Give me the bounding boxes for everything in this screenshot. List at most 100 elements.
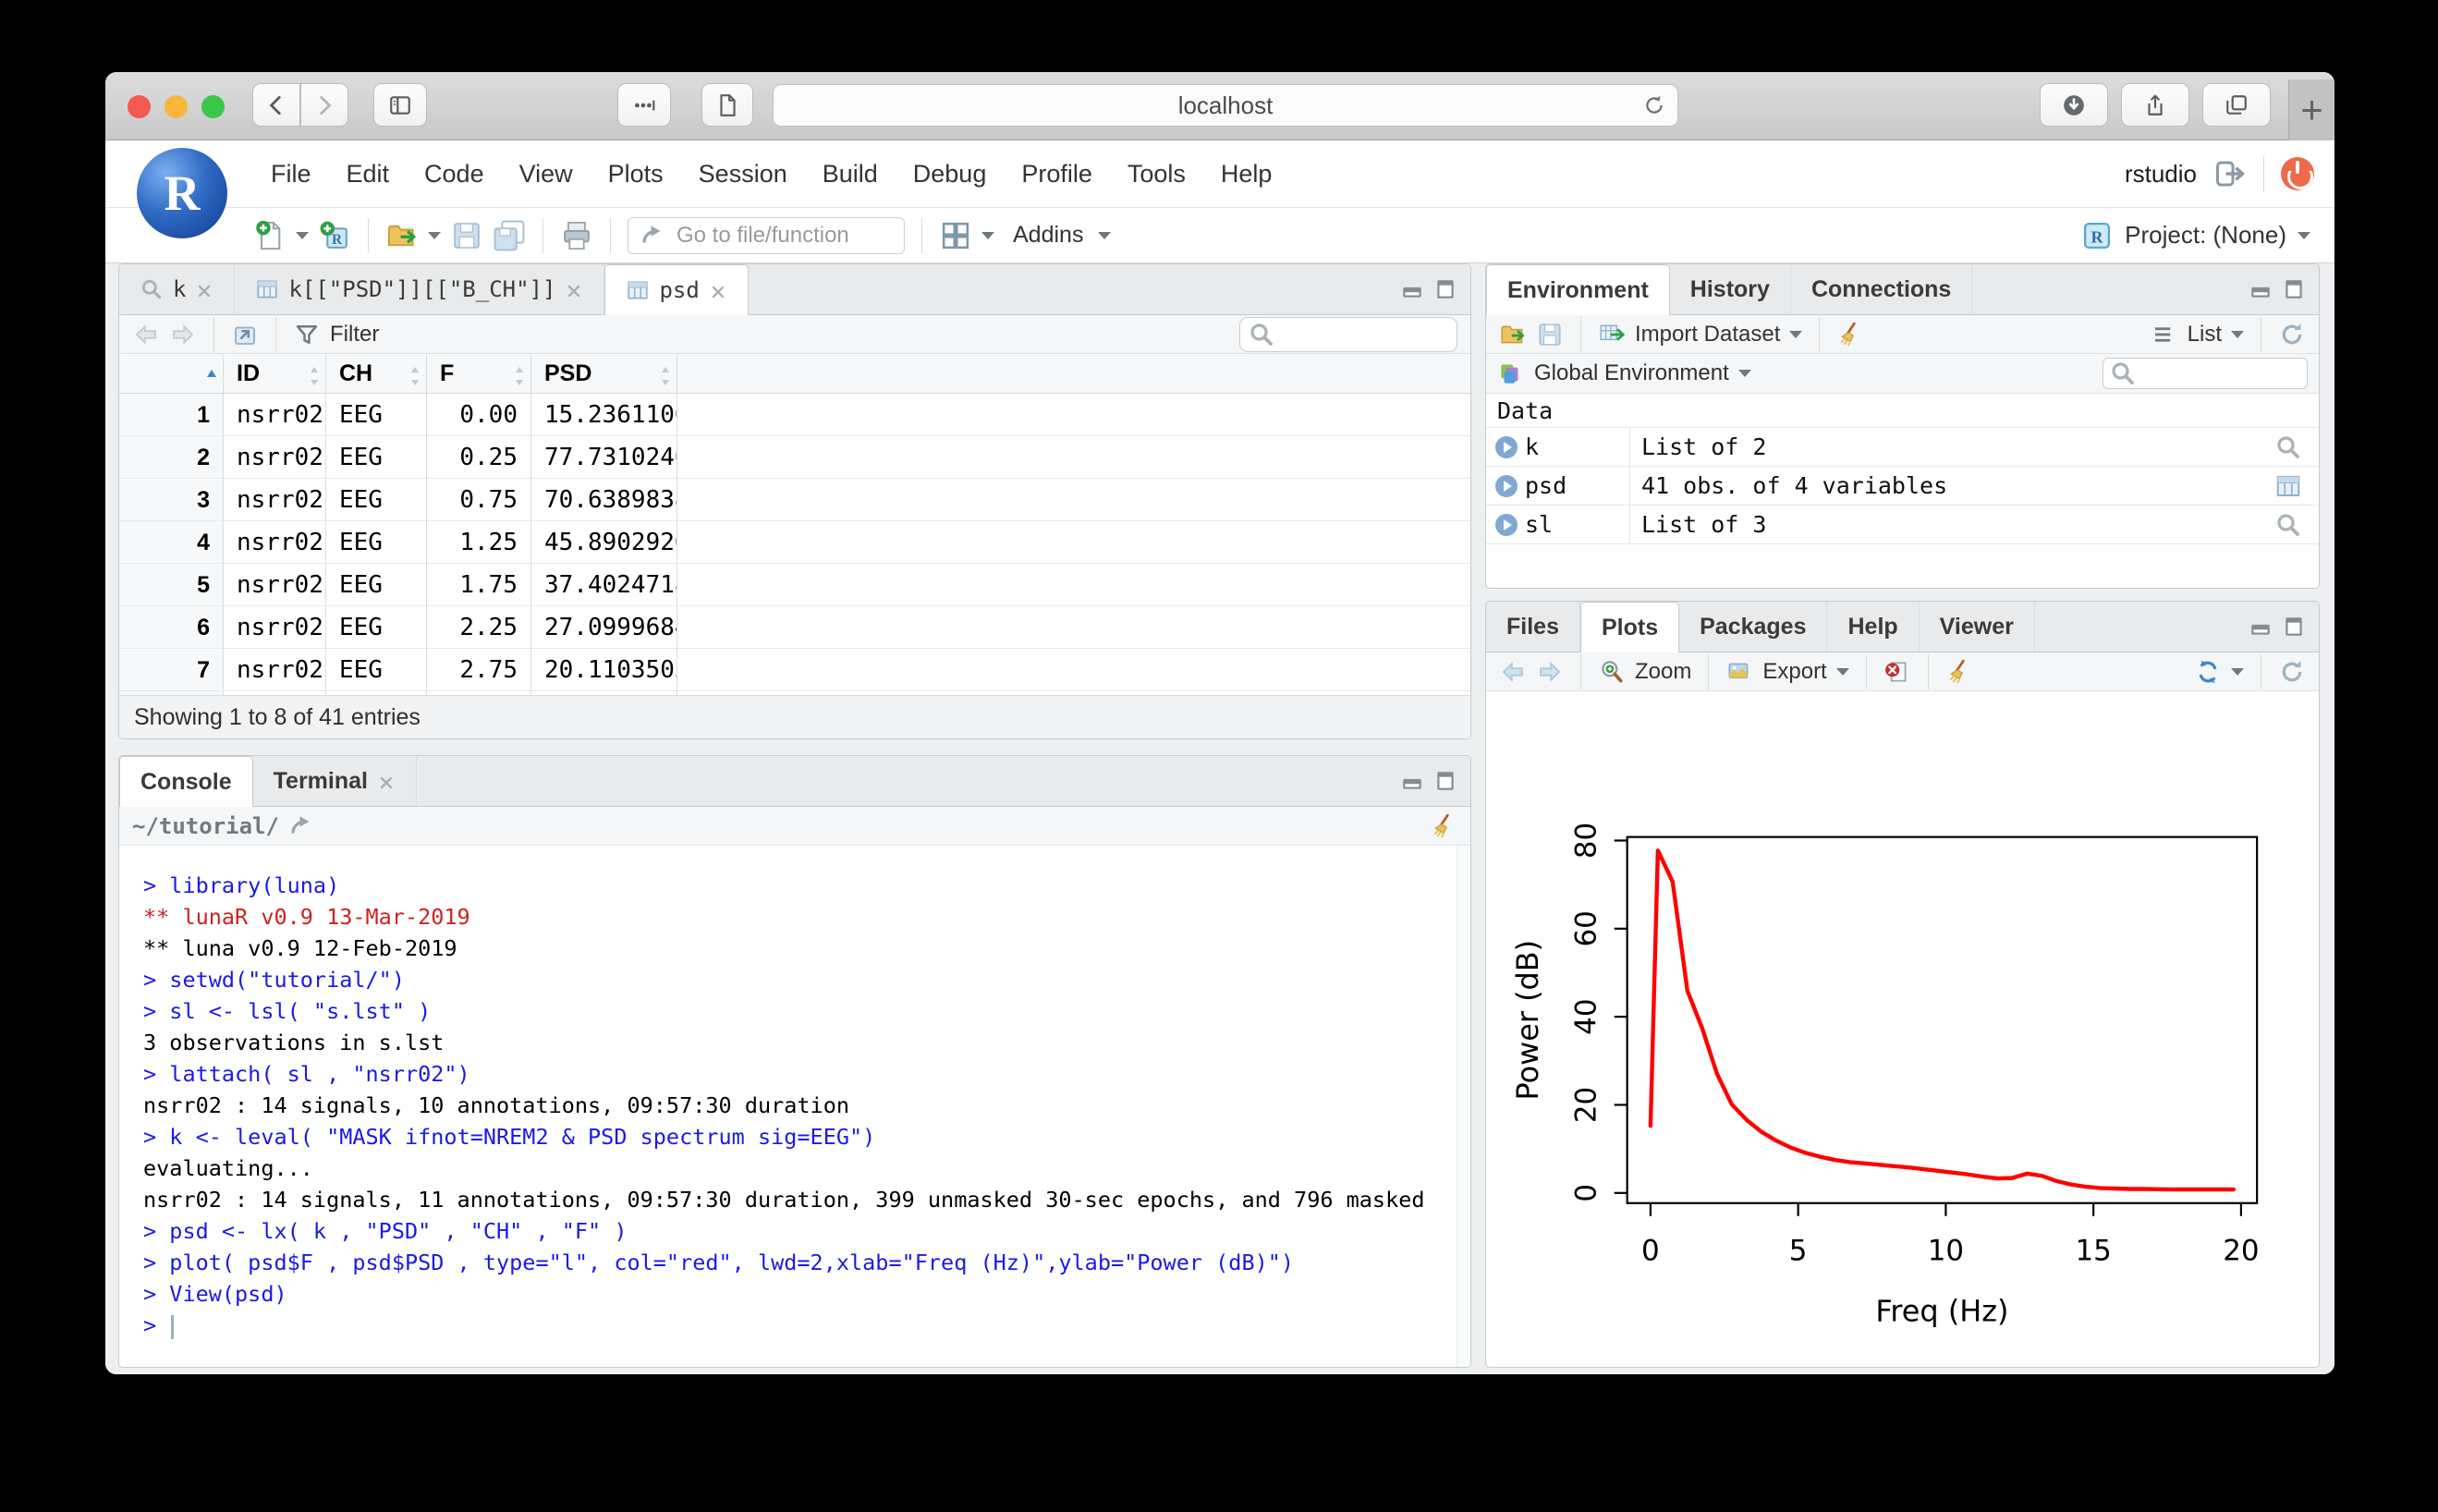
tab-environment[interactable]: Environment — [1486, 264, 1670, 315]
tab-k-psd-b-ch-[interactable]: k[["PSD"]][["B_CH"]] — [235, 264, 604, 314]
maximize-pane-icon[interactable] — [1433, 277, 1457, 301]
table-row[interactable]: 2nsrr02EEG0.2577.7310246 — [119, 436, 1470, 479]
close-icon[interactable] — [565, 280, 583, 299]
new-file-button[interactable] — [253, 219, 286, 252]
list-view-caret[interactable] — [2231, 331, 2244, 338]
menu-session[interactable]: Session — [681, 160, 805, 189]
export-caret[interactable] — [1836, 668, 1849, 676]
data-table[interactable]: IDCHFPSD1nsrr02EEG0.0015.23611002nsrr02E… — [119, 354, 1470, 695]
menu-code[interactable]: Code — [407, 160, 502, 189]
quit-session-button[interactable] — [2281, 157, 2314, 190]
tab-psd[interactable]: psd — [604, 264, 748, 315]
column-header-psd[interactable]: PSD — [531, 354, 677, 393]
publish-caret[interactable] — [2231, 668, 2244, 676]
table-row[interactable]: 5nsrr02EEG1.7537.4024718 — [119, 564, 1470, 606]
menu-tools[interactable]: Tools — [1110, 160, 1203, 189]
environment-object-k[interactable]: k List of 2 — [1486, 428, 2319, 467]
maximize-pane-icon[interactable] — [2282, 615, 2306, 639]
filter-label[interactable]: Filter — [330, 322, 379, 348]
address-bar[interactable]: localhost — [773, 84, 1678, 127]
close-icon[interactable] — [377, 772, 396, 790]
publish-icon[interactable] — [2194, 658, 2222, 686]
menu-help[interactable]: Help — [1203, 160, 1290, 189]
tab-history[interactable]: History — [1670, 264, 1791, 314]
maximize-pane-icon[interactable] — [2282, 277, 2306, 301]
addins-caret[interactable] — [1098, 232, 1111, 239]
new-document-button[interactable] — [701, 83, 753, 127]
tab-connections[interactable]: Connections — [1791, 264, 1972, 314]
new-project-button[interactable]: R — [318, 219, 351, 252]
tab-packages[interactable]: Packages — [1679, 602, 1827, 652]
minimize-window-button[interactable] — [165, 95, 188, 118]
table-search-input[interactable] — [1239, 317, 1457, 352]
expand-icon[interactable] — [1495, 514, 1518, 536]
clear-plots-icon[interactable] — [1945, 658, 1973, 686]
close-icon[interactable] — [195, 280, 213, 299]
column-header-f[interactable]: F — [427, 354, 531, 393]
import-dataset-button[interactable]: Import Dataset — [1635, 322, 1780, 348]
menu-debug[interactable]: Debug — [896, 160, 1005, 189]
column-header-id[interactable]: ID — [224, 354, 326, 393]
minimize-pane-icon[interactable] — [1400, 277, 1424, 301]
refresh-icon[interactable] — [2278, 321, 2306, 348]
list-view-button[interactable]: List — [2188, 322, 2222, 348]
environment-scope-dropdown[interactable]: Global Environment — [1534, 360, 1729, 386]
expand-icon[interactable] — [1495, 475, 1518, 497]
table-row[interactable]: 4nsrr02EEG1.2545.8902926 — [119, 521, 1470, 564]
minimize-pane-icon[interactable] — [1400, 769, 1424, 793]
nav-back-icon[interactable] — [132, 321, 160, 348]
tab-files[interactable]: Files — [1486, 602, 1580, 652]
new-tab-button[interactable]: + — [2288, 79, 2334, 140]
menu-build[interactable]: Build — [805, 160, 896, 189]
save-all-button[interactable] — [493, 219, 526, 252]
project-menu[interactable]: R Project: (None) — [2080, 219, 2334, 252]
menu-plots[interactable]: Plots — [591, 160, 681, 189]
print-button[interactable] — [560, 219, 593, 252]
downloads-button[interactable] — [2040, 83, 2108, 127]
zoom-window-button[interactable] — [201, 95, 225, 118]
tab-overview-button[interactable] — [2202, 83, 2271, 127]
goto-directory-icon[interactable] — [288, 812, 316, 840]
view-table-icon[interactable] — [2273, 472, 2304, 500]
pane-layout-caret[interactable] — [981, 232, 994, 239]
browser-forward-button[interactable] — [300, 83, 348, 127]
environment-search-input[interactable] — [2103, 358, 2308, 389]
addins-menu[interactable]: Addins — [1013, 222, 1083, 249]
goto-file-function-input[interactable]: Go to file/function — [628, 217, 905, 254]
sign-out-icon[interactable] — [2213, 157, 2247, 190]
menu-view[interactable]: View — [502, 160, 591, 189]
reload-icon[interactable] — [1642, 93, 1666, 117]
tab-console[interactable]: Console — [119, 756, 253, 807]
console-output[interactable]: > library(luna)** lunaR v0.9 13-Mar-2019… — [119, 846, 1470, 1367]
column-header-ch[interactable]: CH — [326, 354, 427, 393]
inspect-icon[interactable] — [2273, 433, 2304, 461]
clear-console-icon[interactable] — [1430, 812, 1457, 840]
expand-icon[interactable] — [1495, 436, 1518, 458]
clear-environment-icon[interactable] — [1836, 321, 1864, 348]
browser-back-button[interactable] — [252, 83, 300, 127]
next-plot-icon[interactable] — [1536, 658, 1564, 686]
open-in-window-icon[interactable] — [231, 321, 259, 348]
export-button[interactable]: Export — [1762, 659, 1826, 685]
previous-plot-icon[interactable] — [1499, 658, 1527, 686]
tab-plots[interactable]: Plots — [1580, 602, 1679, 652]
environment-object-psd[interactable]: psd 41 obs. of 4 variables — [1486, 467, 2319, 506]
nav-forward-icon[interactable] — [169, 321, 197, 348]
table-row[interactable]: 1nsrr02EEG0.0015.2361100 — [119, 394, 1470, 436]
new-file-caret[interactable] — [296, 232, 309, 239]
tab-viewer[interactable]: Viewer — [1920, 602, 2035, 652]
save-workspace-icon[interactable] — [1536, 321, 1564, 348]
refresh-plot-icon[interactable] — [2278, 658, 2306, 686]
share-button[interactable] — [2121, 83, 2189, 127]
maximize-pane-icon[interactable] — [1433, 769, 1457, 793]
import-dataset-caret[interactable] — [1789, 331, 1802, 338]
tab-group-picker-button[interactable] — [617, 83, 671, 127]
open-file-button[interactable] — [385, 219, 419, 252]
environment-object-sl[interactable]: sl List of 3 — [1486, 506, 2319, 544]
tab-terminal[interactable]: Terminal — [253, 756, 417, 806]
load-workspace-icon[interactable] — [1499, 321, 1527, 348]
table-row[interactable]: 6nsrr02EEG2.2527.0999684 — [119, 606, 1470, 649]
tab-help[interactable]: Help — [1827, 602, 1919, 652]
menu-file[interactable]: File — [253, 160, 329, 189]
menu-edit[interactable]: Edit — [329, 160, 408, 189]
